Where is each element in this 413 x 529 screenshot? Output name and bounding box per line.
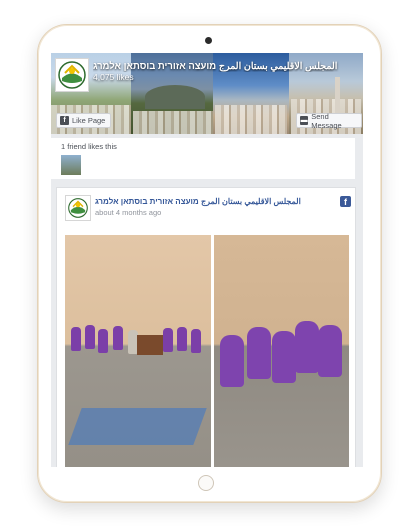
mountain-shape <box>145 85 205 109</box>
child-figure <box>220 335 244 387</box>
post-timestamp[interactable]: about 4 months ago <box>95 208 161 217</box>
child-figure <box>247 327 271 379</box>
post-author-name[interactable]: المجلس الاقليمي بستان المرج מועצה אזורית… <box>95 197 301 206</box>
like-page-button[interactable]: f Like Page <box>56 113 111 128</box>
child-figure <box>113 326 123 350</box>
page-logo-icon <box>58 61 86 89</box>
child-figure <box>71 327 81 351</box>
poster-board <box>137 335 163 355</box>
child-figure <box>272 331 296 383</box>
child-figure <box>98 329 108 353</box>
cover-photo[interactable]: المجلس الاقليمي بستان المرج מועצה אזורית… <box>51 53 363 134</box>
send-message-label: Send Message <box>311 111 342 130</box>
page-logo-icon <box>68 198 88 218</box>
friends-section: 1 friend likes this <box>51 138 355 179</box>
blue-floor-mat <box>68 408 207 445</box>
child-figure <box>177 327 187 351</box>
camera-icon <box>205 37 212 44</box>
likes-count: 4,075 likes <box>93 72 134 82</box>
village-houses <box>133 111 213 134</box>
home-button[interactable] <box>198 475 214 491</box>
page-name[interactable]: المجلس الاقليمي بستان المرج מועצה אזורית… <box>93 61 359 72</box>
post-photo-right[interactable] <box>214 235 349 467</box>
facebook-page-plugin: المجلس الاقليمي بستان المرج מועצה אזורית… <box>51 53 363 467</box>
post-photo-left[interactable] <box>65 235 211 467</box>
village-houses <box>215 105 287 134</box>
child-figure <box>191 329 201 353</box>
like-page-label: Like Page <box>72 116 106 125</box>
send-message-button[interactable]: ▬ Send Message <box>296 111 362 130</box>
message-icon: ▬ <box>300 116 309 125</box>
child-figure <box>163 328 173 352</box>
page-avatar[interactable] <box>55 58 89 92</box>
timeline-post: المجلس الاقليمي بستان المرج מועצה אזורית… <box>56 187 356 467</box>
friends-like-text: 1 friend likes this <box>61 142 117 151</box>
child-figure <box>318 325 342 377</box>
child-figure <box>85 325 95 349</box>
facebook-logo-icon[interactable]: f <box>340 196 351 207</box>
child-figure <box>295 321 319 373</box>
friend-avatar[interactable] <box>61 155 81 175</box>
facebook-like-icon: f <box>60 116 69 125</box>
post-author-avatar[interactable] <box>65 195 91 221</box>
